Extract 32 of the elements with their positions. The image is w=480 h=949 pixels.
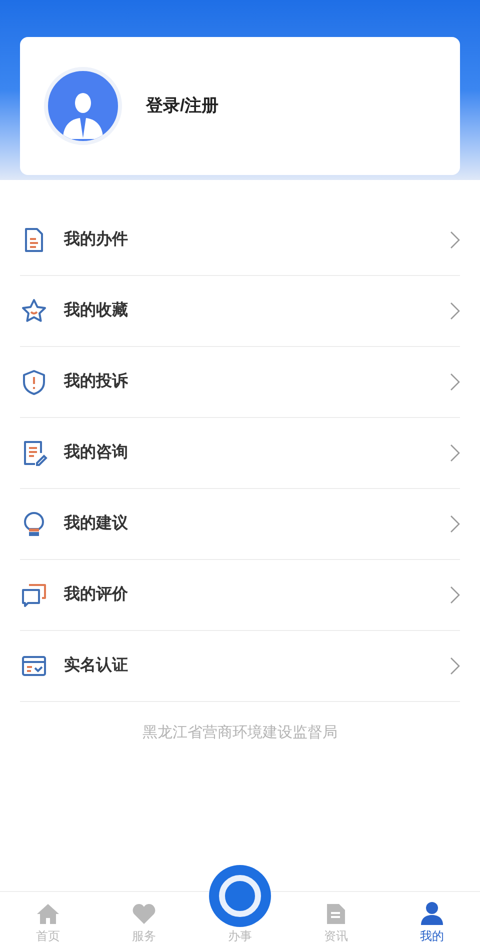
menu-label: 我的评价 bbox=[64, 584, 129, 605]
person-icon bbox=[61, 91, 105, 141]
home-icon bbox=[36, 903, 60, 925]
menu-item[interactable]: 我的办件 bbox=[20, 205, 460, 276]
document-icon bbox=[326, 903, 346, 925]
login-link[interactable]: 登录/注册 bbox=[146, 93, 219, 119]
chevron-right-icon bbox=[450, 657, 460, 675]
chevron-right-icon bbox=[450, 373, 460, 391]
menu-item[interactable]: 我的建议 bbox=[20, 489, 460, 560]
menu-item[interactable]: 我的收藏 bbox=[20, 276, 460, 347]
menu-label: 我的收藏 bbox=[64, 300, 129, 321]
chevron-right-icon bbox=[450, 586, 460, 604]
shield-icon bbox=[20, 368, 48, 396]
menu-label: 我的建议 bbox=[64, 513, 129, 534]
chevron-right-icon bbox=[450, 302, 460, 320]
chevron-right-icon bbox=[450, 444, 460, 462]
person-icon bbox=[420, 901, 444, 925]
menu-label: 我的办件 bbox=[64, 230, 129, 250]
tab-bar-item[interactable]: 我的 bbox=[400, 901, 464, 945]
menu-label: 我的投诉 bbox=[64, 371, 129, 392]
footer-text: 黑龙江省营商环境建设监督局 bbox=[142, 724, 338, 741]
chat-icon bbox=[20, 581, 48, 609]
heart-icon bbox=[132, 903, 156, 925]
menu-label: 实名认证 bbox=[64, 655, 129, 676]
menu-item[interactable]: 我的评价 bbox=[20, 560, 460, 631]
chevron-right-icon bbox=[450, 231, 460, 249]
menu-item[interactable]: 我的咨询 bbox=[20, 418, 460, 489]
menu-label: 我的咨询 bbox=[64, 442, 129, 463]
menu-item[interactable]: 我的投诉 bbox=[20, 347, 460, 418]
chevron-right-icon bbox=[450, 515, 460, 533]
star-icon bbox=[20, 297, 48, 325]
menu-item[interactable]: 实名认证 bbox=[20, 631, 460, 702]
